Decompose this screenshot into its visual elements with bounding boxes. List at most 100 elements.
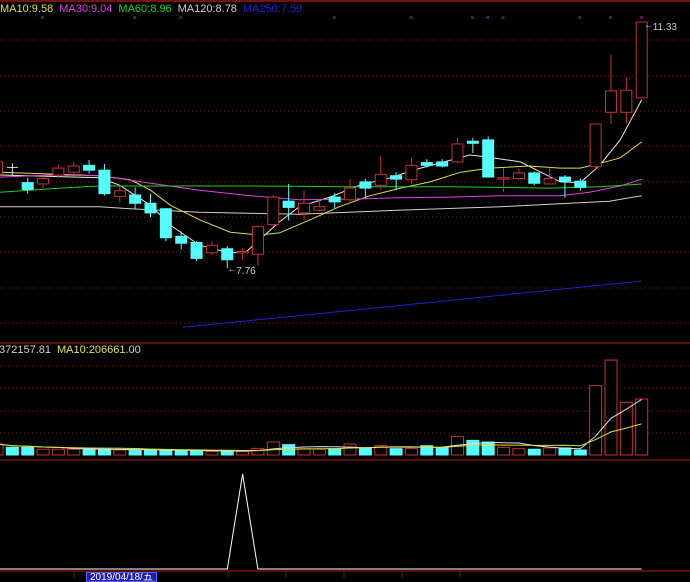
volume-bar-up bbox=[251, 447, 265, 456]
candle-down bbox=[482, 139, 495, 178]
volume-bar-down bbox=[435, 446, 449, 456]
candle-down bbox=[159, 208, 172, 239]
volume-bar-up bbox=[512, 448, 526, 456]
candle-up bbox=[374, 173, 387, 186]
candle-down bbox=[436, 161, 449, 167]
candle-up bbox=[589, 123, 602, 168]
signal-marker-icon: × bbox=[501, 15, 505, 22]
volume-bar-down bbox=[174, 450, 188, 456]
candle-down bbox=[190, 242, 203, 259]
legend-volume: 372157.81 bbox=[0, 344, 51, 356]
candle-down bbox=[129, 194, 142, 204]
volume-bar-up bbox=[404, 447, 418, 456]
volume-bar-down bbox=[159, 450, 173, 456]
volume-bar-up bbox=[497, 446, 511, 456]
signal-marker-icon: × bbox=[332, 15, 336, 22]
volume-bar-down bbox=[21, 446, 35, 456]
candle-up bbox=[344, 187, 357, 201]
stock-chart[interactable]: × × × × × × × × × × × 11.33 7.76 ← ← bbox=[0, 0, 690, 578]
ma60-line bbox=[0, 183, 642, 193]
low-price-label: 7.76 bbox=[236, 266, 256, 277]
candle-up bbox=[497, 177, 510, 180]
candle-up bbox=[267, 196, 280, 226]
legend-ma10: MA10:9.58 bbox=[0, 3, 54, 15]
candle-up bbox=[113, 190, 126, 197]
signal-marker-icon: × bbox=[409, 15, 413, 22]
candle-up bbox=[451, 143, 464, 163]
candlesticks[interactable] bbox=[0, 21, 648, 269]
candle-down bbox=[466, 140, 479, 144]
signal-marker-icon: × bbox=[639, 15, 643, 22]
volume-bar-up bbox=[113, 449, 127, 456]
volume-bar-down bbox=[358, 447, 372, 456]
low-arrow-icon: ← bbox=[227, 264, 237, 275]
signal-marker-icon: × bbox=[609, 15, 613, 22]
legend-ma250: MA250:7.59 bbox=[242, 3, 303, 15]
volume-bar-down bbox=[558, 447, 572, 456]
ma120-line bbox=[0, 195, 642, 215]
volume-bar-down bbox=[282, 444, 296, 456]
candle-up bbox=[313, 206, 326, 211]
volume-bar-up bbox=[236, 450, 250, 456]
volume-bars[interactable] bbox=[0, 359, 649, 456]
legend-ma30: MA30:9.04 bbox=[59, 3, 113, 15]
volume-ma-lines bbox=[0, 398, 642, 452]
volume-bar-up bbox=[604, 359, 618, 456]
signal-marker-icon: × bbox=[41, 15, 45, 22]
signal-marker-icon: × bbox=[486, 15, 490, 22]
signal-marker-icon: × bbox=[179, 15, 183, 22]
candle-down bbox=[98, 169, 111, 195]
volume-bar-up bbox=[312, 448, 326, 456]
high-price-label: 11.33 bbox=[653, 22, 678, 33]
signal-marker-icon: × bbox=[470, 15, 474, 22]
candle-down bbox=[175, 235, 188, 244]
high-arrow-icon: ← bbox=[644, 20, 654, 31]
volume-bar-down bbox=[389, 448, 403, 456]
candle-down bbox=[528, 172, 541, 184]
candle-down bbox=[282, 200, 295, 208]
legend-ma120: MA120:8.78 bbox=[177, 3, 237, 15]
candle-up bbox=[67, 165, 80, 173]
volume-bar-up bbox=[543, 447, 557, 456]
candle-up bbox=[0, 161, 3, 175]
volume-bar-down bbox=[220, 450, 234, 456]
gridlines bbox=[0, 0, 690, 578]
candle-up bbox=[635, 21, 648, 99]
candle-down bbox=[221, 248, 234, 261]
indicator-line bbox=[0, 473, 642, 570]
volume-bar-up bbox=[205, 450, 219, 456]
ma5-volume-line bbox=[0, 398, 642, 452]
candle-down bbox=[558, 176, 571, 182]
candle-up bbox=[605, 90, 617, 113]
ma-legend: MA10:9.58 MA30:9.04 MA60:8.96 MA120:8.78 MA2… bbox=[0, 3, 308, 15]
signal-marker-icon: × bbox=[133, 15, 137, 22]
volume-bar-down bbox=[573, 449, 587, 456]
candle-up bbox=[512, 172, 525, 179]
signal-marker-icon: × bbox=[578, 15, 582, 22]
signal-markers: × × × × × × × × × × × bbox=[41, 15, 644, 22]
candle-up bbox=[37, 177, 50, 185]
volume-bar-down bbox=[466, 439, 480, 456]
volume-bar-up bbox=[635, 398, 649, 456]
candle-down bbox=[420, 162, 433, 166]
indicator-series-line bbox=[0, 473, 642, 570]
volume-legend: 372157.81 MA10:206661.00 bbox=[0, 344, 147, 356]
candle-down bbox=[574, 180, 587, 188]
volume-bar-down bbox=[328, 448, 342, 456]
candle-down bbox=[21, 182, 34, 190]
candle-up bbox=[620, 89, 633, 113]
candle-down bbox=[390, 175, 403, 180]
volume-bar-down bbox=[527, 448, 541, 456]
volume-bar-up bbox=[67, 448, 81, 456]
volume-bar-up bbox=[589, 385, 603, 456]
volume-bar-down bbox=[481, 441, 495, 456]
moving-average-lines bbox=[0, 99, 643, 328]
volume-bar-up bbox=[343, 443, 357, 456]
volume-bar-up bbox=[36, 448, 50, 456]
legend-ma60: MA60:8.96 bbox=[118, 3, 172, 15]
candle-up bbox=[52, 167, 65, 176]
candle-up bbox=[251, 226, 264, 255]
volume-bar-up bbox=[0, 443, 4, 456]
ma5-line bbox=[0, 99, 643, 254]
legend-volume-ma10: MA10:206661.00 bbox=[57, 344, 141, 356]
